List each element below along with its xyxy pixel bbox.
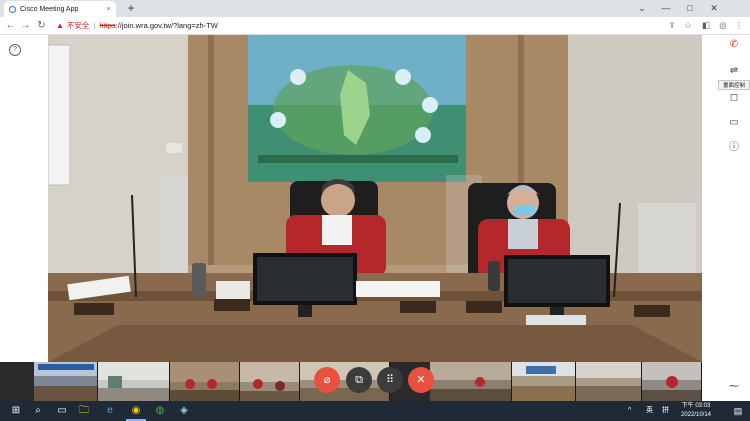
ime-mode-indicator[interactable]: 拼 [662,401,669,421]
new-tab-button[interactable]: + [124,1,138,15]
tray-chevron-icon[interactable]: ^ [628,401,631,421]
mute-microphone-button[interactable]: ⌀ [314,367,340,393]
thumbnail-scene [576,362,641,401]
thumbnail-scene [98,362,169,401]
search-icon[interactable]: ⌕ [28,401,48,421]
thumbnail-scene [430,362,511,401]
keypad-button[interactable]: ⠿ [377,367,403,393]
windows-start-icon[interactable]: ⊞ [6,401,26,421]
taskbar-clock[interactable]: 下午 03:03 2022/10/14 [680,402,712,420]
help-icon[interactable]: ? [9,44,21,56]
call-icon[interactable]: ✆ [727,38,741,52]
main-video [48,35,702,362]
bookmark-star-icon[interactable]: ☆ [681,17,695,34]
favicon-icon [9,5,16,13]
url-scheme: https [99,21,116,30]
back-icon[interactable]: ← [4,17,17,34]
app-icon[interactable]: ◍ [150,401,170,421]
thumbnail-scene [34,362,97,401]
task-view-icon[interactable]: ▭ [52,401,72,421]
thumbnail-scene [642,362,701,401]
address-bar[interactable]: ▲ 不安全 | https ://join.wra.gov.tw/?lang=z… [56,19,696,32]
participant-thumbnail[interactable] [576,362,642,401]
share-screen-button[interactable]: ⧉ [346,367,372,393]
tab-search-icon[interactable]: ⌄ [630,0,654,17]
address-separator: | [93,21,96,30]
ime-language-indicator[interactable]: 英 [646,401,653,421]
tab-close-icon[interactable]: × [104,6,113,13]
info-icon[interactable]: ⓘ [727,141,741,155]
participant-thumbnail[interactable] [240,362,300,401]
participant-thumbnail[interactable] [512,362,576,401]
thumbnail-scene [170,362,239,401]
forward-icon[interactable]: → [19,17,32,34]
file-explorer-icon[interactable]: 🗀 [74,401,94,421]
participant-thumbnail[interactable] [170,362,240,401]
participant-thumbnail[interactable] [642,362,702,401]
close-window-button[interactable]: ✕ [702,0,726,17]
participant-thumbnail[interactable] [98,362,170,401]
minimize-button[interactable]: — [654,0,678,17]
participant-thumbnail[interactable] [430,362,512,401]
tab-title: Cisco Meeting App [20,5,79,13]
left-panel [0,35,48,362]
chrome-icon[interactable]: ◉ [126,401,146,421]
share-page-icon[interactable]: ⇪ [665,17,679,34]
screen-icon[interactable]: ▭ [727,116,741,130]
layout-control-icon[interactable]: ⇌ [727,64,741,78]
cisco-app-icon[interactable]: ◈ [174,401,194,421]
hang-up-button[interactable]: ✕ [408,367,434,393]
thumbnail-scene [512,362,575,401]
clock-time: 下午 03:03 [681,403,711,409]
side-panel-icon[interactable]: ◧ [699,17,713,34]
maximize-button[interactable]: □ [678,0,702,17]
edge-icon[interactable]: e [100,401,120,421]
participant-thumbnail[interactable] [34,362,98,401]
profile-icon[interactable]: ◎ [716,17,730,34]
layout-control-tooltip: 畫面控制 [718,80,750,90]
signal-icon[interactable]: ⁓ [727,380,741,394]
chat-icon[interactable]: ◻ [727,91,741,105]
browser-tab[interactable]: Cisco Meeting App × [4,1,116,17]
meeting-room-scene [48,35,702,362]
thumbnail-scene [240,362,299,401]
clock-date: 2022/10/14 [680,412,712,418]
url-text: ://join.wra.gov.tw/?lang=zh-TW [115,21,218,30]
notification-icon[interactable]: ▤ [728,401,748,421]
reload-icon[interactable]: ↻ [35,17,48,34]
warning-icon: ▲ [56,21,64,30]
security-label[interactable]: 不安全 [67,19,90,32]
menu-icon[interactable]: ⋮ [732,17,746,34]
